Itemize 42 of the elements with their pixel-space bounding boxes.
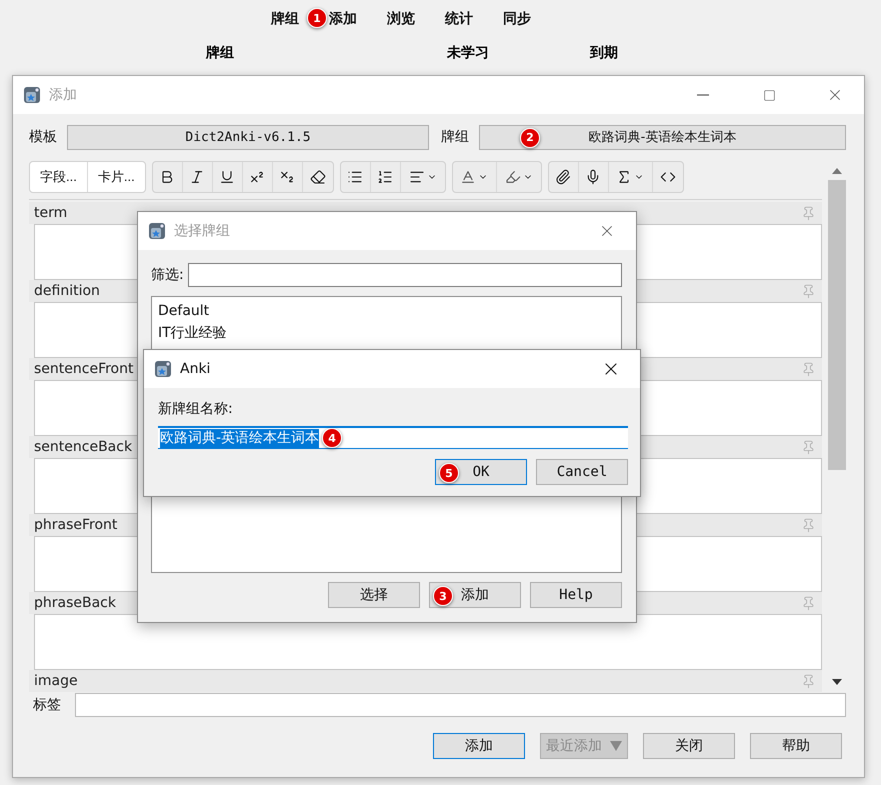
marker-badge: 5 [439, 463, 459, 483]
marker-badge: 2 [520, 128, 540, 148]
field-name: definition [34, 283, 100, 299]
marker-badge: 4 [322, 428, 342, 448]
tags-label: 标签 [33, 696, 61, 714]
nav-tab[interactable]: 牌组 [271, 10, 299, 28]
name-label: 新牌组名称: [158, 400, 234, 418]
field-name: sentenceBack [34, 439, 132, 455]
toolbar-button[interactable]: 卡片... [88, 162, 145, 192]
deck-item[interactable]: Default [158, 300, 615, 322]
dialog-title: 选择牌组 [174, 222, 231, 240]
deck-item[interactable]: IT行业经验 [158, 322, 615, 344]
name-field[interactable]: 欧路词典-英语绘本生词本 4 [158, 426, 628, 449]
deck-label: 牌组 [441, 128, 469, 146]
marker-badge: 1 [307, 8, 327, 28]
dialog-button[interactable]: 添加 [433, 733, 525, 759]
field-name: term [34, 205, 68, 221]
dialog-button[interactable]: 帮助 [750, 733, 842, 759]
column-header: 牌组 [206, 44, 235, 62]
field-name: phraseFront [34, 517, 118, 533]
field-name: image [34, 673, 78, 689]
field-name: sentenceFront [34, 361, 134, 377]
filter-label: 筛选: [151, 266, 184, 284]
column-header: 到期 [590, 44, 619, 62]
marker-badge: 3 [433, 586, 453, 606]
toolbar-button[interactable]: 字段... [30, 162, 88, 192]
note-type-selector[interactable]: Dict2Anki-v6.1.5 [67, 124, 429, 150]
nav-tab[interactable]: 统计 [445, 10, 473, 28]
field-name: phraseBack [34, 595, 116, 611]
dialog-button[interactable]: Cancel [536, 459, 628, 485]
column-header: 未学习 [447, 44, 490, 62]
dialog-button[interactable]: 5 OK [435, 459, 527, 485]
note-type-label: 模板 [29, 128, 57, 146]
dialog-button[interactable]: Help [530, 582, 622, 608]
nav-tab[interactable]: 同步 [503, 10, 531, 28]
dialog-button[interactable]: 选择 [328, 582, 420, 608]
dialog-button[interactable]: 3 添加 [429, 582, 521, 608]
dialog-title: Anki [180, 361, 212, 377]
nav-tab[interactable]: 浏览 [387, 10, 415, 28]
deck-selector[interactable]: 2 欧路词典-英语绘本生词本 [479, 124, 846, 150]
window-title: 添加 [49, 86, 78, 104]
dialog-button[interactable]: 关闭 [643, 733, 735, 759]
